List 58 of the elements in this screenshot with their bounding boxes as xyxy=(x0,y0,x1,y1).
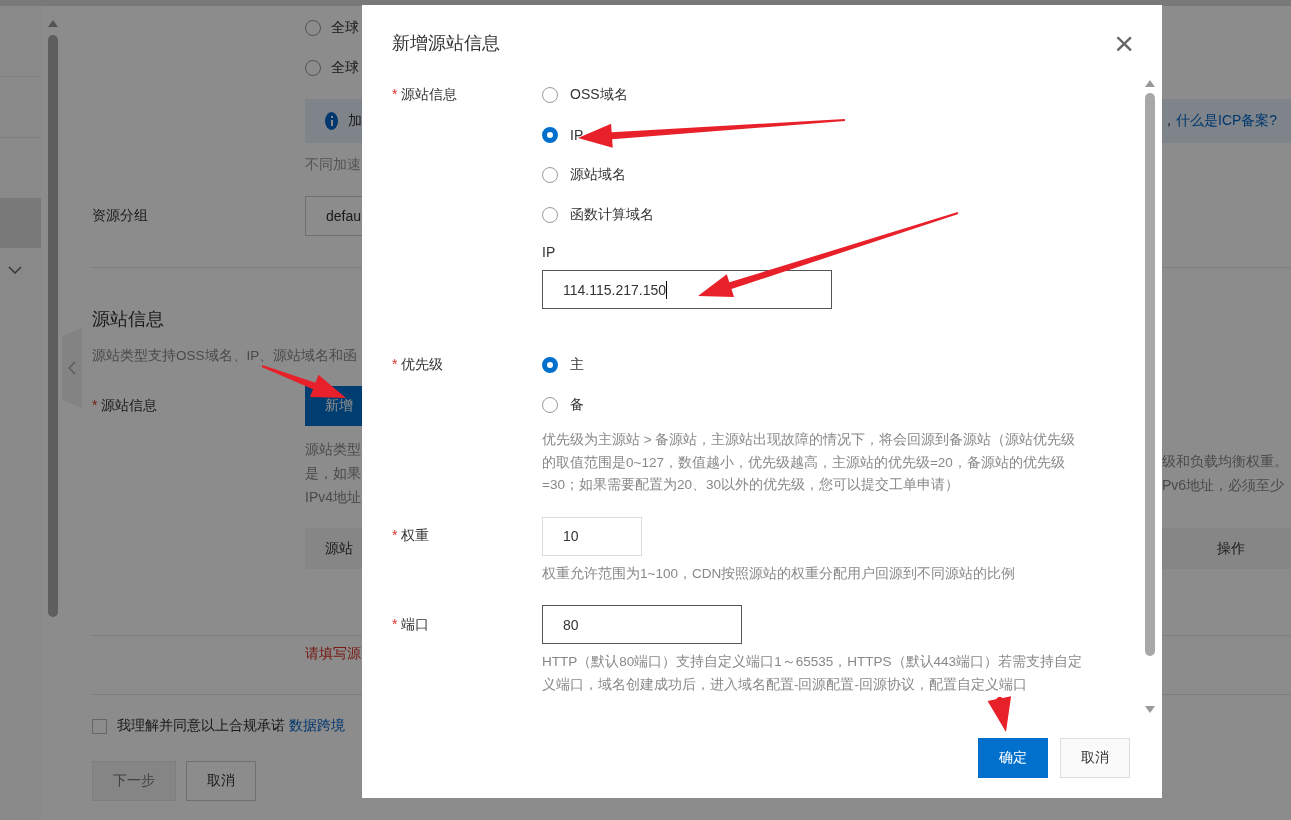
radio-label: 全球 xyxy=(331,59,359,77)
table-header: 操作 xyxy=(1162,528,1291,569)
scrollbar[interactable] xyxy=(1145,93,1155,656)
radio-button[interactable] xyxy=(542,357,558,373)
agreement-text: 我理解并同意以上合规承诺 xyxy=(117,717,285,735)
radio-option[interactable]: 源站域名 xyxy=(542,155,1143,195)
scroll-up-icon[interactable] xyxy=(1145,80,1155,87)
radio-option[interactable]: OSS域名 xyxy=(542,75,1143,115)
table-header: 源站 xyxy=(305,528,362,569)
help-text: 权重允许范围为1~100，CDN按照源站的权重分配用户回源到不同源站的比例 xyxy=(542,564,1017,583)
info-icon xyxy=(325,112,338,130)
help-text: 级和负载均衡权重。 xyxy=(1162,453,1289,471)
ip-input[interactable]: 114.115.217.150 xyxy=(542,270,832,309)
field-label: * 权重 xyxy=(392,527,430,545)
radio-button[interactable] xyxy=(542,397,558,413)
radio-option[interactable]: IP xyxy=(542,115,1143,155)
chevron-left-icon xyxy=(68,361,76,375)
radio-label: 全球 xyxy=(331,19,359,37)
confirm-button[interactable]: 确定 xyxy=(978,738,1048,778)
radio-option[interactable]: 函数计算域名 xyxy=(542,195,1143,235)
scrollbar[interactable] xyxy=(48,35,58,617)
help-text: Pv6地址，必须至少 xyxy=(1162,477,1286,495)
notice-text: ， xyxy=(1162,112,1176,130)
chevron-down-icon[interactable] xyxy=(8,266,22,274)
field-label: * 源站信息 xyxy=(392,86,458,104)
radio-button[interactable] xyxy=(542,207,558,223)
radio-option[interactable]: 主 xyxy=(542,345,1143,385)
radio-option[interactable]: 备 xyxy=(542,385,1143,425)
annotation-arrow xyxy=(987,696,1012,732)
section-description: 源站类型支持OSS域名、IP、源站域名和函 xyxy=(92,347,358,365)
field-label: * 优先级 xyxy=(392,356,444,374)
field-label: 资源分组 xyxy=(92,207,148,225)
help-text: 是，如果 xyxy=(305,465,362,483)
help-text: 优先级为主源站 > 备源站，主源站出现故障的情况下，将会回源到备源站（源站优先级的取值范围是0~127，数值越小，优先级越高，主源站的优先级=20，备源站的优先级=30；如果需要配置为20、30以外的优先级，您可以提交工单申请） xyxy=(542,431,1077,494)
error-text: 请填写源 xyxy=(305,645,361,663)
close-button[interactable]: × xyxy=(1114,26,1134,60)
notice-text: 加 xyxy=(348,112,362,130)
section-title: 源站信息 xyxy=(92,308,164,331)
radio-button[interactable] xyxy=(305,60,321,76)
radio-button[interactable] xyxy=(542,167,558,183)
help-text: HTTP（默认80端口）支持自定义端口1～65535，HTTPS（默认443端口）若需支持自定义端口，域名创建成功后，进入域名配置-回源配置-回源协议，配置自定义端口 xyxy=(542,653,1084,694)
dialog-title: 新增源站信息 xyxy=(392,32,500,55)
data-link[interactable]: 数据跨境 xyxy=(289,717,345,735)
scroll-up-icon[interactable] xyxy=(48,20,58,27)
radio-button[interactable] xyxy=(542,87,558,103)
radio-button[interactable] xyxy=(542,127,558,143)
field-label: * 源站信息 xyxy=(92,397,158,415)
cancel-button[interactable]: 取消 xyxy=(1060,738,1130,778)
help-text: IPv4地址 xyxy=(305,489,362,507)
scroll-down-icon[interactable] xyxy=(1145,706,1155,713)
port-input[interactable]: 80 xyxy=(542,605,742,644)
checkbox[interactable] xyxy=(92,718,107,734)
cancel-button[interactable]: 取消 xyxy=(186,761,256,801)
radio-button[interactable] xyxy=(305,20,321,36)
input-label: IP xyxy=(542,243,557,262)
field-label: * 端口 xyxy=(392,615,430,634)
weight-input[interactable]: 10 xyxy=(542,516,642,556)
help-text: 源站类型 xyxy=(305,441,362,459)
